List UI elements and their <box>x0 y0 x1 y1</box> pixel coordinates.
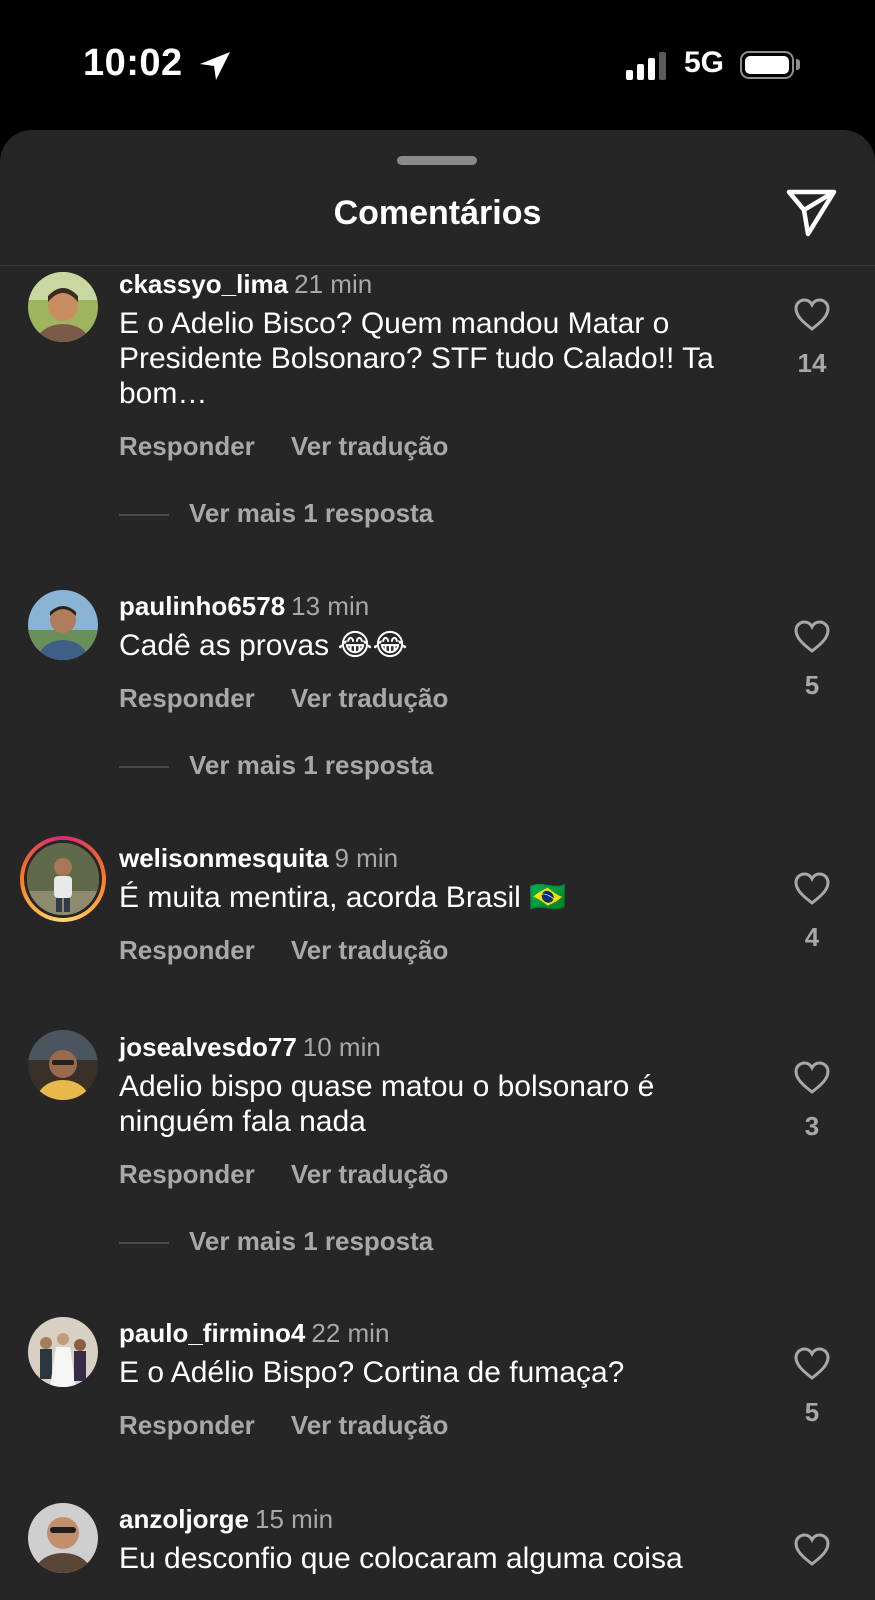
username[interactable]: paulinho6578 <box>119 591 285 621</box>
comment-actions: Responder Ver tradução <box>119 1410 484 1441</box>
comment-text: É muita mentira, acorda Brasil 🇧🇷 <box>119 881 567 914</box>
translate-button[interactable]: Ver tradução <box>291 431 449 461</box>
avatar[interactable] <box>28 272 98 342</box>
view-replies-button[interactable]: Ver mais 1 resposta <box>119 1226 433 1257</box>
replies-line <box>119 766 169 769</box>
comment-meta: welisonmesquita 9 min <box>119 842 398 874</box>
signal-bars-icon <box>626 52 670 80</box>
comment-actions: Responder Ver tradução <box>119 935 484 966</box>
avatar[interactable] <box>28 1317 98 1387</box>
comment-time: 15 min <box>255 1504 334 1534</box>
story-avatar[interactable] <box>20 836 106 922</box>
comment-time: 10 min <box>302 1032 381 1062</box>
comment-time: 9 min <box>334 843 399 873</box>
comment-text: Adelio bispo quase matou o bolsonaro é n… <box>119 1070 655 1138</box>
username[interactable]: ckassyo_lima <box>119 269 288 299</box>
avatar[interactable] <box>28 1030 98 1100</box>
comment-text: E o Adelio Bisco? Quem mandou Matar o Pr… <box>119 307 714 410</box>
avatar[interactable] <box>28 1503 98 1573</box>
like-control: 4 <box>792 872 832 953</box>
heart-icon[interactable] <box>793 872 831 906</box>
heart-icon[interactable] <box>793 620 831 654</box>
like-control <box>792 1533 832 1567</box>
battery-cap <box>796 59 800 70</box>
comment-text: Eu desconfio que colocaram alguma coisa <box>119 1542 683 1575</box>
view-replies-button[interactable]: Ver mais 1 resposta <box>119 750 433 781</box>
like-control: 3 <box>792 1061 832 1142</box>
avatar[interactable] <box>28 590 98 660</box>
heart-icon[interactable] <box>793 1347 831 1381</box>
username[interactable]: anzoljorge <box>119 1504 249 1534</box>
comment-text: Cadê as provas 😂😂 <box>119 629 408 662</box>
like-control: 14 <box>792 298 832 379</box>
translate-button[interactable]: Ver tradução <box>291 1410 449 1440</box>
view-replies-label: Ver mais 1 resposta <box>189 498 434 528</box>
comment-actions: Responder Ver tradução <box>119 683 484 714</box>
heart-icon[interactable] <box>793 1533 831 1567</box>
translate-button[interactable]: Ver tradução <box>291 935 449 965</box>
reply-button[interactable]: Responder <box>119 683 255 713</box>
comment-actions: Responder Ver tradução <box>119 1159 484 1190</box>
comment-time: 22 min <box>311 1318 390 1348</box>
status-time: 10:02 <box>83 42 183 84</box>
username[interactable]: welisonmesquita <box>119 843 329 873</box>
location-arrow-icon <box>200 52 230 80</box>
reply-button[interactable]: Responder <box>119 1410 255 1440</box>
reply-button[interactable]: Responder <box>119 431 255 461</box>
heart-icon[interactable] <box>793 298 831 332</box>
header-divider <box>0 265 875 266</box>
reply-button[interactable]: Responder <box>119 1159 255 1189</box>
heart-icon[interactable] <box>793 1061 831 1095</box>
comment-meta: paulo_firmino4 22 min <box>119 1317 389 1349</box>
view-replies-button[interactable]: Ver mais 1 resposta <box>119 498 433 529</box>
network-type: 5G <box>684 46 725 79</box>
comment-meta: ckassyo_lima 21 min <box>119 268 372 300</box>
like-control: 5 <box>792 620 832 701</box>
send-icon[interactable] <box>786 188 838 238</box>
view-replies-label: Ver mais 1 resposta <box>189 1226 434 1256</box>
replies-line <box>119 1242 169 1245</box>
like-count: 5 <box>804 670 820 700</box>
replies-line <box>119 514 169 517</box>
comment-meta: anzoljorge 15 min <box>119 1503 333 1535</box>
comment-meta: paulinho6578 13 min <box>119 590 369 622</box>
like-count: 3 <box>804 1111 820 1141</box>
username[interactable]: josealvesdo77 <box>119 1032 297 1062</box>
username[interactable]: paulo_firmino4 <box>119 1318 305 1348</box>
like-count: 4 <box>804 922 820 952</box>
view-replies-label: Ver mais 1 resposta <box>189 750 434 780</box>
like-count: 5 <box>804 1397 820 1427</box>
comment-text: E o Adélio Bispo? Cortina de fumaça? <box>119 1356 625 1389</box>
translate-button[interactable]: Ver tradução <box>291 1159 449 1189</box>
reply-button[interactable]: Responder <box>119 935 255 965</box>
like-count: 14 <box>797 348 827 378</box>
status-bar: 10:02 5G <box>0 0 875 130</box>
battery-icon <box>740 51 794 79</box>
sheet-grabber[interactable] <box>397 156 477 165</box>
comment-actions: Responder Ver tradução <box>119 431 484 462</box>
comment-time: 13 min <box>291 591 370 621</box>
comments-sheet: Comentários ckassyo_lima 21 min E o Adeli… <box>0 130 875 1600</box>
comment-time: 21 min <box>294 269 373 299</box>
translate-button[interactable]: Ver tradução <box>291 683 449 713</box>
sheet-title: Comentários <box>333 194 542 232</box>
comment-meta: josealvesdo77 10 min <box>119 1031 381 1063</box>
like-control: 5 <box>792 1347 832 1428</box>
